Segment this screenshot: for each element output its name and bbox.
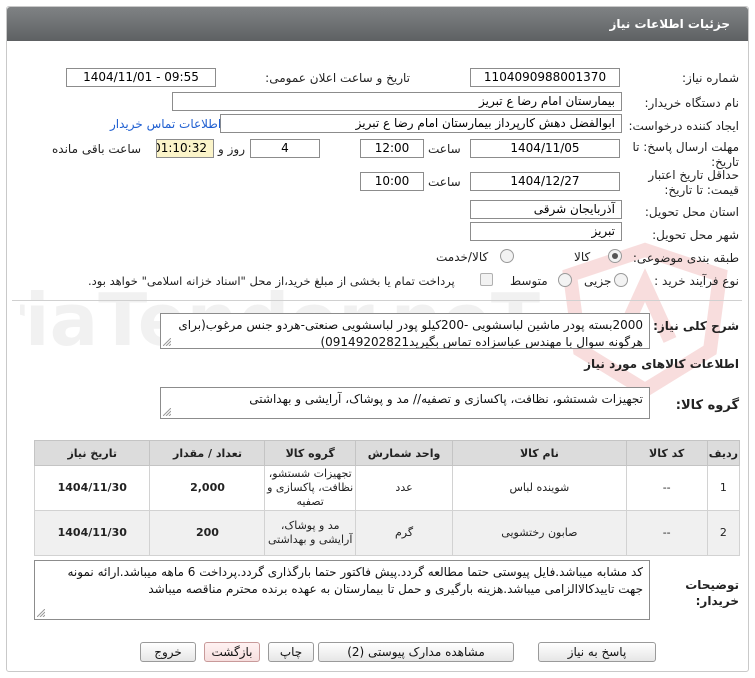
process-medium-label: متوسط [510, 274, 548, 288]
cell-qty: 200 [149, 510, 266, 556]
creator-label: ایجاد کننده درخواست: [628, 119, 739, 133]
remaining-time-label: ساعت باقی مانده [52, 142, 142, 156]
deadline-time-field: 12:00 [360, 139, 424, 158]
col-date: تاریخ نیاز [33, 440, 151, 466]
cell-code: -- [625, 465, 708, 511]
col-name: نام کالا [452, 440, 627, 466]
validity-time-field: 10:00 [360, 172, 424, 191]
deadline-label-2: تاریخ: [711, 155, 739, 169]
process-label: نوع فرآیند خرید : [654, 274, 739, 288]
cell-group: تجهیزات شستشو، نظافت، پاکسازی و تصفیه [264, 465, 356, 511]
remaining-time-field: 01:10:32 [156, 139, 214, 158]
announce-date-field: 1404/11/01 - 09:55 [66, 68, 216, 87]
buyer-contact-link[interactable]: اطلاعات تماس خریدار [110, 117, 221, 131]
description-label: شرح کلی نیاز: [653, 319, 739, 333]
treasury-payment-note: پرداخت تمام یا بخشی از مبلغ خرید،از محل … [88, 274, 455, 288]
back-button[interactable]: بازگشت [204, 642, 260, 662]
cell-qty: 2,000 [149, 465, 266, 511]
process-medium-radio[interactable] [558, 273, 572, 287]
col-group: گروه کالا [264, 440, 356, 466]
buyer-notes-text: کد مشابه میباشد.فایل پیوستی حتما مطالعه … [67, 565, 644, 596]
city-field: تبریز [470, 222, 622, 241]
province-field: آذربایجان شرقی [470, 200, 622, 219]
cell-unit: گرم [354, 510, 454, 556]
cell-name: شوینده لباس [452, 465, 627, 511]
category-goods-radio[interactable] [608, 249, 622, 263]
validity-time-label: ساعت [428, 175, 461, 189]
goods-group-label: گروه کالا: [675, 398, 739, 413]
days-remaining-field: 4 [250, 139, 320, 158]
cell-index: 1 [706, 465, 741, 511]
goods-group-text: تجهیزات شستشو، نظافت، پاکسازی و تصفیه// … [249, 392, 643, 406]
cell-unit: عدد [354, 465, 454, 511]
cell-name: صابون رختشویی [452, 510, 627, 556]
province-label: استان محل تحویل: [644, 205, 739, 219]
goods-section-title: اطلاعات کالاهای مورد نیاز [584, 357, 739, 371]
description-text: 2000بسته پودر ماشین لباسشویی -200کیلو پو… [178, 318, 643, 349]
deadline-label: مهلت ارسال پاسخ: تا [632, 140, 739, 154]
goods-group-textarea: تجهیزات شستشو، نظافت، پاکسازی و تصفیه// … [160, 387, 650, 419]
buyer-notes-textarea: کد مشابه میباشد.فایل پیوستی حتما مطالعه … [34, 560, 650, 620]
need-number-field: 1104090988001370 [470, 68, 620, 87]
resize-grip-icon[interactable] [163, 408, 171, 416]
description-textarea: 2000بسته پودر ماشین لباسشویی -200کیلو پو… [160, 313, 650, 349]
panel-header: جزئیات اطلاعات نیاز [7, 7, 748, 41]
print-button[interactable]: چاپ [268, 642, 314, 662]
process-minor-label: جزیی [584, 274, 612, 288]
creator-field: ابوالفضل دهش کارپرداز بیمارستان امام رضا… [220, 114, 622, 133]
validity-label: حداقل تاریخ اعتبار [648, 168, 739, 182]
buyer-name-label: نام دستگاه خریدار: [644, 96, 740, 110]
category-goods-label: کالا [574, 250, 591, 264]
cell-group: مد و پوشاک، آرایشی و بهداشتی [264, 510, 356, 556]
deadline-date-field: 1404/11/05 [470, 139, 620, 158]
col-unit: واحد شمارش [354, 440, 454, 466]
category-goods-service-radio[interactable] [500, 249, 514, 263]
cell-code: -- [625, 510, 708, 556]
days-label: روز و [218, 142, 245, 156]
exit-button[interactable]: خروج [140, 642, 196, 662]
buyer-notes-label: توضیحات [685, 578, 739, 592]
cell-date: 1404/11/30 [33, 510, 151, 556]
goods-table: ردیف کد کالا نام کالا واحد شمارش گروه کا… [33, 440, 741, 556]
process-minor-radio[interactable] [614, 273, 628, 287]
cell-date: 1404/11/30 [33, 465, 151, 511]
treasury-payment-checkbox[interactable] [480, 273, 493, 286]
city-label: شهر محل تحویل: [652, 228, 739, 242]
divider [12, 300, 742, 301]
reply-button[interactable]: پاسخ به نیاز [538, 642, 656, 662]
validity-label-2: قیمت: تا تاریخ: [664, 183, 739, 197]
col-code: کد کالا [625, 440, 708, 466]
announce-date-label: تاریخ و ساعت اعلان عمومی: [265, 71, 410, 85]
buyer-name-field: بیمارستان امام رضا ع تبریز [172, 92, 622, 111]
need-number-label: شماره نیاز: [682, 71, 739, 85]
table-row[interactable]: 2 -- صابون رختشویی گرم مد و پوشاک، آرایش… [33, 510, 741, 556]
resize-grip-icon[interactable] [163, 338, 171, 346]
cell-index: 2 [706, 510, 741, 556]
deadline-time-label: ساعت [428, 142, 461, 156]
table-row[interactable]: 1 -- شوینده لباس عدد تجهیزات شستشو، نظاف… [33, 465, 741, 511]
table-header-row: ردیف کد کالا نام کالا واحد شمارش گروه کا… [33, 440, 741, 466]
page-title: جزئیات اطلاعات نیاز [609, 17, 730, 31]
buyer-notes-label-2: خریدار: [695, 594, 739, 608]
view-attachments-button[interactable]: مشاهده مدارک پیوستی (2) [318, 642, 514, 662]
resize-grip-icon[interactable] [37, 609, 45, 617]
category-goods-service-label: کالا/خدمت [436, 250, 489, 264]
category-label: طبقه بندی موضوعی: [632, 251, 739, 265]
col-index: ردیف [706, 440, 741, 466]
validity-date-field: 1404/12/27 [470, 172, 620, 191]
col-qty: تعداد / مقدار [149, 440, 266, 466]
